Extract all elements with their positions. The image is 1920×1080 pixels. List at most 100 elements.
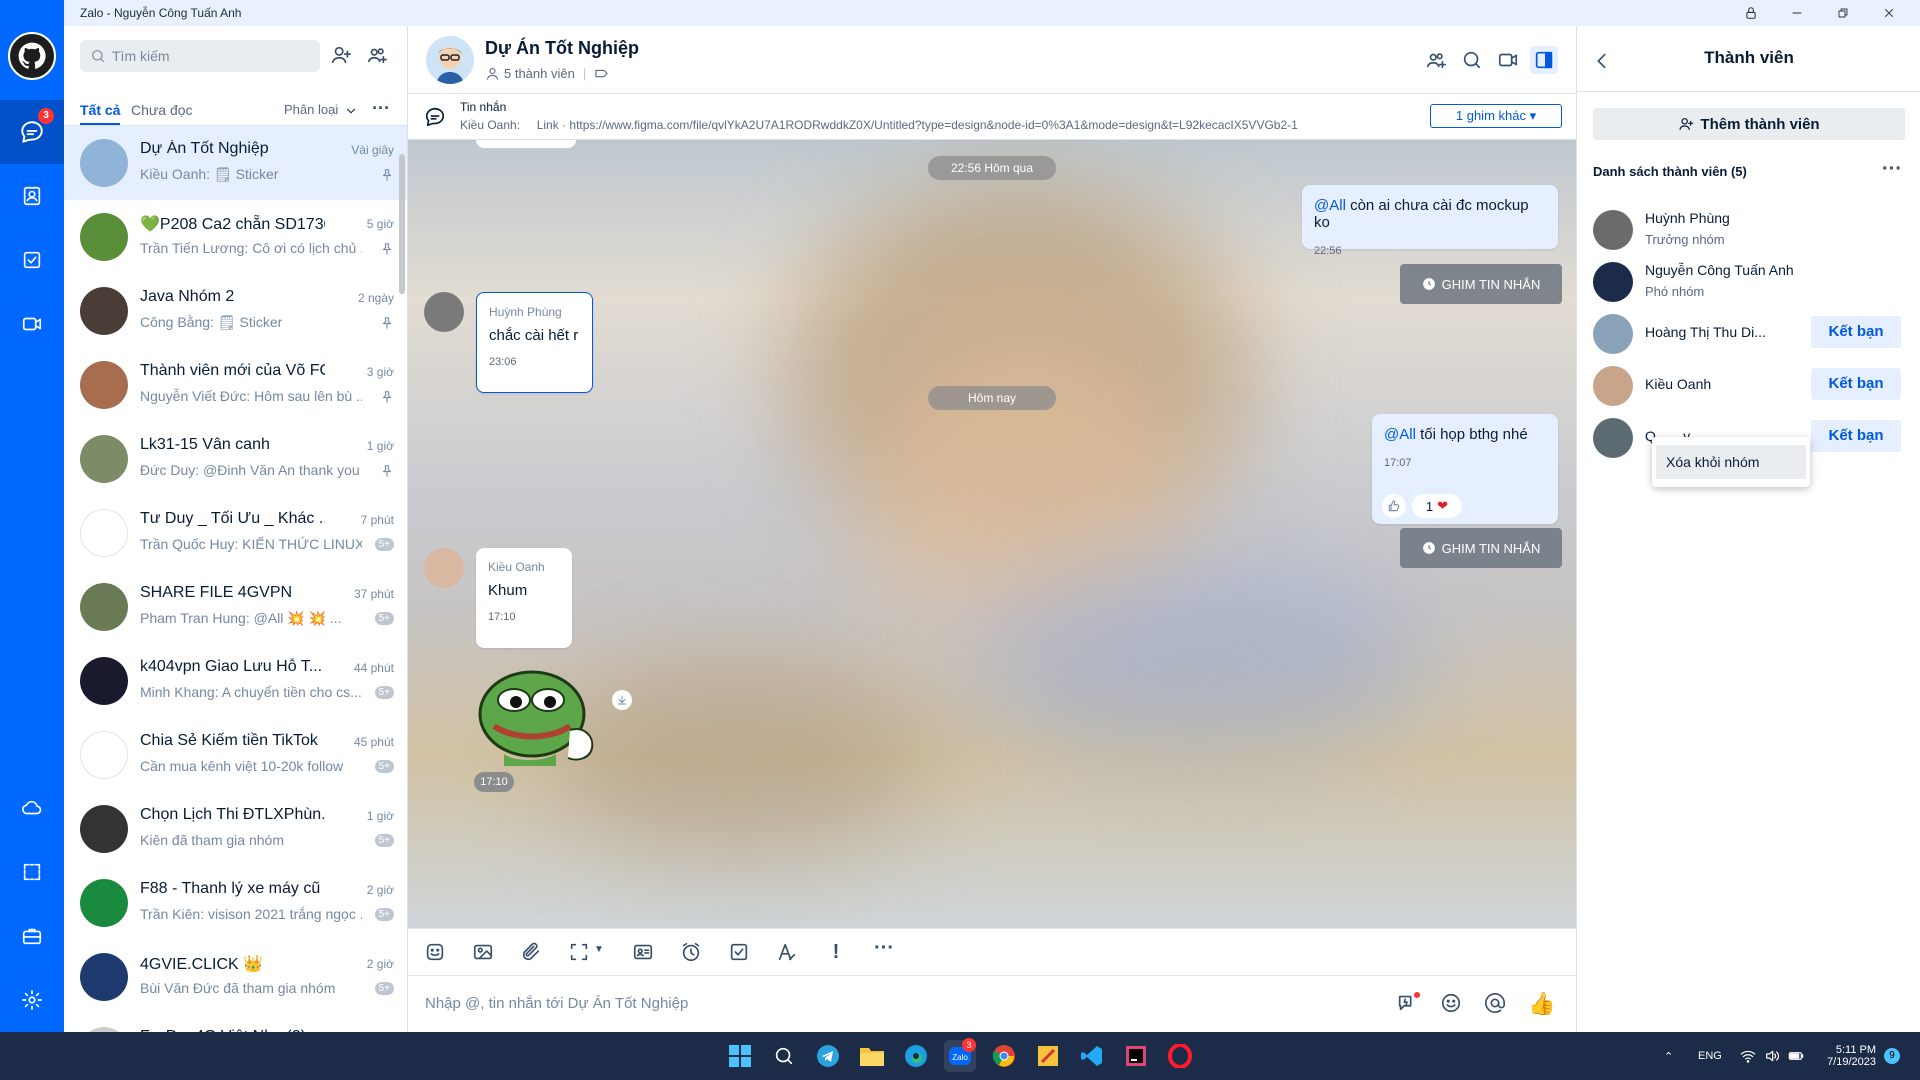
jetbrains-icon[interactable]: [1120, 1040, 1152, 1072]
more-pins-button[interactable]: 1 ghim khác ▾: [1430, 104, 1562, 128]
conversation-item[interactable]: k404vpn Giao Lưu Hỗ T... 44 phút Minh Khan…: [64, 644, 407, 718]
format-text-button[interactable]: [776, 941, 800, 965]
remove-from-group-option[interactable]: Xóa khỏi nhóm: [1656, 445, 1806, 479]
sticker-button[interactable]: [424, 941, 448, 965]
add-user-icon: [331, 46, 351, 64]
attach-button[interactable]: [520, 941, 544, 965]
pin-message-button[interactable]: GHIM TIN NHẮN: [1400, 528, 1562, 568]
notification-center[interactable]: 9: [1884, 1032, 1900, 1080]
search-chat-button[interactable]: [1458, 46, 1486, 74]
telegram-icon[interactable]: [812, 1040, 844, 1072]
nav-contacts[interactable]: [0, 164, 64, 228]
conversation-item[interactable]: F88 - Thanh lý xe máy cũ 2 giờ Trần Kiên: …: [64, 866, 407, 940]
conversation-item[interactable]: Tư Duy _ Tối Ưu _ Khác ... 7 phút Trần Quố…: [64, 496, 407, 570]
nav-video[interactable]: [0, 292, 64, 356]
search-input[interactable]: Tìm kiếm: [80, 40, 320, 72]
nav-messages[interactable]: 3: [0, 100, 64, 164]
tag-icon[interactable]: [594, 66, 609, 81]
conversation-item[interactable]: Dự Án Tốt Nghiệp Vài giây Kiều Oanh: 🗒 Sti…: [64, 126, 407, 200]
message-composer[interactable]: Nhập @, tin nhắn tới Dự Án Tốt Nghiệp 👍: [408, 976, 1576, 1032]
zalo-taskbar-icon[interactable]: Zalo 3: [944, 1038, 976, 1072]
close-button[interactable]: [1866, 0, 1912, 26]
conversation-item[interactable]: Chọn Lịch Thi ĐTLXPhùn... 1 giờ Kiên đã th…: [64, 792, 407, 866]
conversation-item[interactable]: 4GVIE.CLICK 👑 2 giờ Bùi Văn Đức đã tham gi…: [64, 940, 407, 1014]
mention-button[interactable]: [1484, 992, 1508, 1016]
video-call-button[interactable]: [1494, 46, 1522, 74]
mention[interactable]: @All: [1384, 426, 1416, 443]
message-bubble[interactable]: Huỳnh Phùng chắc cài hết r 23:06: [476, 292, 593, 393]
avatar[interactable]: [424, 548, 464, 588]
add-friend-button[interactable]: Kết bạn: [1811, 368, 1901, 400]
add-member-button[interactable]: Thêm thành viên: [1593, 108, 1905, 140]
add-friend-button[interactable]: Kết bạn: [1811, 420, 1901, 452]
add-member-button[interactable]: [1422, 46, 1450, 74]
chrome-icon[interactable]: [988, 1040, 1020, 1072]
message-bubble[interactable]: Kiều Oanh Khum 17:10: [476, 548, 572, 648]
windows-start-icon[interactable]: [724, 1040, 756, 1072]
quick-like-button[interactable]: 👍: [1528, 992, 1555, 1016]
member-count[interactable]: 5 thành viên |: [485, 66, 609, 81]
emoji-button[interactable]: [1440, 992, 1464, 1016]
minimize-button[interactable]: [1774, 0, 1820, 26]
like-react-button[interactable]: [1382, 494, 1406, 518]
urgent-button[interactable]: !: [824, 941, 848, 965]
pinned-message-bar[interactable]: Tin nhắn Kiều Oanh: Link · https://www.f…: [408, 94, 1576, 140]
message-bubble[interactable]: @All còn ai chưa cài đc mockup ko 22:56: [1302, 185, 1558, 257]
message-area[interactable]: 22:56 Hôm qua @All còn ai chưa cài đc mo…: [408, 140, 1576, 928]
toggle-info-panel-button[interactable]: [1530, 46, 1558, 74]
more-options-icon[interactable]: ···: [1882, 158, 1902, 181]
task-button[interactable]: [728, 941, 752, 965]
create-group-button[interactable]: [366, 44, 390, 68]
tab-all[interactable]: Tất cả: [80, 102, 121, 125]
conversation-name: Dự Án Tốt Nghiệp: [140, 140, 269, 157]
composer-input[interactable]: Nhập @, tin nhắn tới Dự Án Tốt Nghiệp: [425, 995, 688, 1012]
avatar[interactable]: [424, 292, 464, 332]
quick-message-button[interactable]: [1396, 992, 1420, 1016]
sticky-app-icon[interactable]: [1032, 1040, 1064, 1072]
pin-message-button[interactable]: GHIM TIN NHẮN: [1400, 264, 1562, 304]
sticker-pepe[interactable]: [474, 656, 614, 766]
opera-icon[interactable]: [1164, 1040, 1196, 1072]
chevron-down-icon[interactable]: [344, 104, 358, 118]
conversation-item[interactable]: Chia Sẻ Kiếm tiền TikTok 45 phút Cần mua k…: [64, 718, 407, 792]
edge-icon[interactable]: [900, 1040, 932, 1072]
clock[interactable]: 5:11 PM 7/19/2023: [1820, 1032, 1876, 1080]
nav-todo[interactable]: [0, 228, 64, 292]
scrollbar[interactable]: [399, 154, 405, 294]
reminder-button[interactable]: [680, 941, 704, 965]
download-icon[interactable]: [612, 690, 632, 710]
conversation-item[interactable]: Java Nhóm 2 2 ngày Công Bằng: 🗒 Sticker: [64, 274, 407, 348]
file-explorer-icon[interactable]: [856, 1040, 888, 1072]
add-member-label: Thêm thành viên: [1700, 115, 1820, 133]
more-options-icon[interactable]: ···: [372, 98, 390, 119]
image-button[interactable]: [472, 941, 496, 965]
nav-cloud[interactable]: [0, 776, 64, 840]
add-friend-button[interactable]: [330, 44, 354, 68]
profile-avatar[interactable]: [8, 32, 56, 80]
more-options-icon[interactable]: ···: [872, 938, 896, 965]
classify-dropdown[interactable]: Phân loại: [284, 102, 338, 117]
nav-settings[interactable]: [0, 968, 64, 1032]
tray-overflow-icon[interactable]: ⌃: [1664, 1032, 1673, 1080]
search-icon[interactable]: [768, 1040, 800, 1072]
tab-unread[interactable]: Chưa đọc: [131, 102, 193, 118]
group-avatar[interactable]: [426, 36, 474, 84]
conversation-item[interactable]: F... D... 4G Việt Nh...(2): [64, 1014, 407, 1032]
contact-card-button[interactable]: [632, 941, 656, 965]
screenshot-button[interactable]: ▼: [568, 941, 608, 965]
nav-tools[interactable]: [0, 904, 64, 968]
nav-screenshot[interactable]: [0, 840, 64, 904]
conversation-item[interactable]: 💚P208 Ca2 chẵn SD17306 5 giờ Trần Tiến Lươ…: [64, 200, 407, 274]
conversation-item[interactable]: Thành viên mới của Võ FOLY 3 giờ Nguyễn Vi…: [64, 348, 407, 422]
vscode-icon[interactable]: [1076, 1040, 1108, 1072]
mention[interactable]: @All: [1314, 197, 1346, 214]
restore-button[interactable]: [1820, 0, 1866, 26]
lock-icon[interactable]: [1728, 0, 1774, 26]
language-indicator[interactable]: ENG: [1698, 1032, 1722, 1080]
conversation-item[interactable]: Lk31-15 Vân canh 1 giờ Đức Duy: @Đinh Văn …: [64, 422, 407, 496]
message-bubble[interactable]: @All tối họp bthg nhé 17:07 1 ❤: [1372, 414, 1558, 524]
conversation-item[interactable]: SHARE FILE 4GVPN 37 phút Pham Tran Hung: @…: [64, 570, 407, 644]
add-friend-button[interactable]: Kết bạn: [1811, 316, 1901, 348]
system-tray-icons[interactable]: [1740, 1032, 1804, 1080]
reaction-summary[interactable]: 1 ❤: [1412, 494, 1462, 518]
